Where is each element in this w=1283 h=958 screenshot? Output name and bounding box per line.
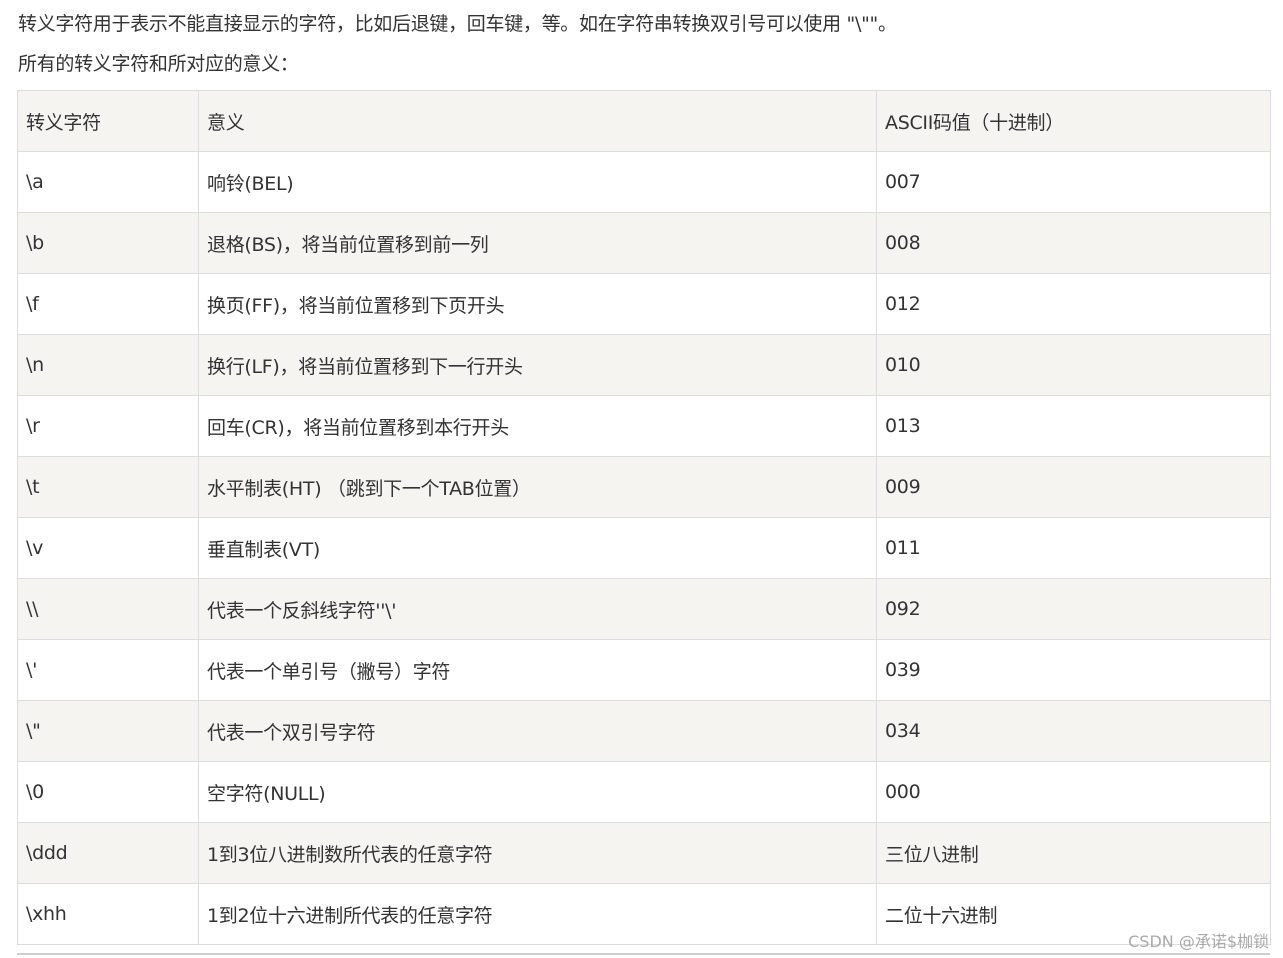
ascii-cell: 000 <box>876 761 1271 823</box>
table-row: \a 响铃(BEL) 007 <box>17 151 1271 213</box>
escape-chars-table: 转义字符 意义 ASCII码值（十进制） \a 响铃(BEL) 007 \b 退… <box>17 90 1271 945</box>
meaning-cell: 响铃(BEL) <box>198 151 877 213</box>
ascii-cell: 034 <box>876 700 1271 762</box>
ascii-cell: 007 <box>876 151 1271 213</box>
table-row: \n 换行(LF)，将当前位置移到下一行开头 010 <box>17 334 1271 396</box>
table-caption: 所有的转义字符和所对应的意义： <box>18 53 299 75</box>
meaning-cell: 1到3位八进制数所代表的任意字符 <box>198 822 877 884</box>
csdn-watermark: CSDN @承诺$枷锁 <box>1128 932 1269 951</box>
escape-char-cell: \a <box>17 151 199 213</box>
meaning-cell: 换行(LF)，将当前位置移到下一行开头 <box>198 334 877 396</box>
escape-char-cell: \b <box>17 212 199 274</box>
escape-char-cell: \f <box>17 273 199 335</box>
escape-char-cell: \' <box>17 639 199 701</box>
ascii-cell: 092 <box>876 578 1271 640</box>
escape-char-cell: \xhh <box>17 883 199 945</box>
table-row: \v 垂直制表(VT) 011 <box>17 517 1271 579</box>
header-meaning: 意义 <box>198 90 877 152</box>
ascii-cell: 013 <box>876 395 1271 457</box>
escape-char-cell: \n <box>17 334 199 396</box>
escape-char-cell: \r <box>17 395 199 457</box>
escape-char-cell: \\ <box>17 578 199 640</box>
table-row: \' 代表一个单引号（撇号）字符 039 <box>17 639 1271 701</box>
table-row: \ddd 1到3位八进制数所代表的任意字符 三位八进制 <box>17 822 1271 884</box>
escape-char-cell: \t <box>17 456 199 518</box>
table-row: \t 水平制表(HT) （跳到下一个TAB位置） 009 <box>17 456 1271 518</box>
escape-char-cell: \" <box>17 700 199 762</box>
meaning-cell: 换页(FF)，将当前位置移到下页开头 <box>198 273 877 335</box>
ascii-cell: 011 <box>876 517 1271 579</box>
escape-char-cell: \v <box>17 517 199 579</box>
table-row: \" 代表一个双引号字符 034 <box>17 700 1271 762</box>
table-row: \b 退格(BS)，将当前位置移到前一列 008 <box>17 212 1271 274</box>
meaning-cell: 代表一个双引号字符 <box>198 700 877 762</box>
table-row: \xhh 1到2位十六进制所代表的任意字符 二位十六进制 <box>17 883 1271 945</box>
divider <box>17 953 1270 955</box>
table-row: \r 回车(CR)，将当前位置移到本行开头 013 <box>17 395 1271 457</box>
intro-text: 转义字符用于表示不能直接显示的字符，比如后退键，回车键，等。如在字符串转换双引号… <box>18 13 897 35</box>
table-row: \f 换页(FF)，将当前位置移到下页开头 012 <box>17 273 1271 335</box>
meaning-cell: 退格(BS)，将当前位置移到前一列 <box>198 212 877 274</box>
escape-char-cell: \ddd <box>17 822 199 884</box>
meaning-cell: 代表一个反斜线字符''\' <box>198 578 877 640</box>
ascii-cell: 008 <box>876 212 1271 274</box>
ascii-cell: 010 <box>876 334 1271 396</box>
table-header-row: 转义字符 意义 ASCII码值（十进制） <box>17 90 1271 152</box>
meaning-cell: 垂直制表(VT) <box>198 517 877 579</box>
ascii-cell: 三位八进制 <box>876 822 1271 884</box>
meaning-cell: 空字符(NULL) <box>198 761 877 823</box>
table-row: \\ 代表一个反斜线字符''\' 092 <box>17 578 1271 640</box>
header-escape-char: 转义字符 <box>17 90 199 152</box>
ascii-cell: 012 <box>876 273 1271 335</box>
meaning-cell: 代表一个单引号（撇号）字符 <box>198 639 877 701</box>
ascii-cell: 039 <box>876 639 1271 701</box>
escape-char-cell: \0 <box>17 761 199 823</box>
table-row: \0 空字符(NULL) 000 <box>17 761 1271 823</box>
ascii-cell: 009 <box>876 456 1271 518</box>
meaning-cell: 1到2位十六进制所代表的任意字符 <box>198 883 877 945</box>
header-ascii: ASCII码值（十进制） <box>876 90 1271 152</box>
meaning-cell: 回车(CR)，将当前位置移到本行开头 <box>198 395 877 457</box>
meaning-cell: 水平制表(HT) （跳到下一个TAB位置） <box>198 456 877 518</box>
